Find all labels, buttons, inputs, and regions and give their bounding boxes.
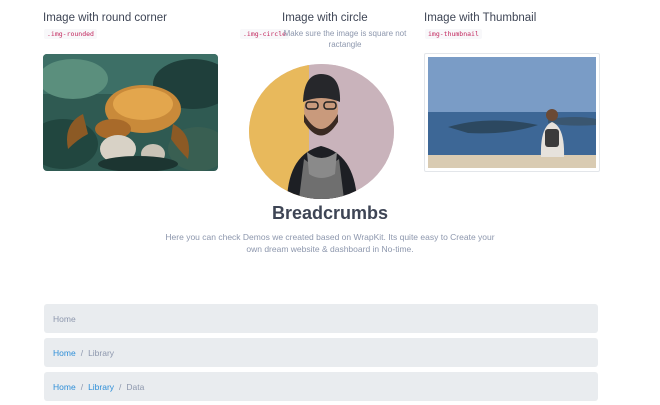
thumbnail-image-title: Image with Thumbnail [424, 12, 537, 24]
breadcrumb-item-library-active: Library [88, 347, 115, 358]
thumbnail-code-label: img-thumbnail [425, 29, 482, 39]
breadcrumb-item-home-active: Home [53, 313, 76, 324]
breadcrumb-separator: / [80, 347, 84, 358]
breadcrumb-item-data-active: Data [126, 381, 145, 392]
breadcrumb-3: Home / Library / Data [44, 372, 598, 401]
breadcrumb-link-home[interactable]: Home [53, 348, 76, 358]
breadcrumb-2: Home / Library [44, 338, 598, 367]
breadcrumb-separator: / [119, 381, 122, 392]
crab-image [43, 54, 218, 171]
circle-image-title: Image with circle [282, 12, 368, 24]
breadcrumbs-heading: Breadcrumbs [271, 203, 389, 223]
circle-note: Make sure the image is square not ractan… [283, 29, 407, 49]
breadcrumb-separator: / [80, 381, 84, 392]
breadcrumb-link-home[interactable]: Home [53, 382, 76, 392]
portrait-image [249, 64, 394, 199]
rounded-code-label: .img-rounded [44, 29, 97, 39]
seascape-thumbnail [424, 53, 600, 172]
breadcrumbs-subtitle: Here you can check Demos we created base… [165, 232, 495, 254]
rounded-image-title: Image with round corner [43, 12, 168, 24]
breadcrumb-link-library[interactable]: Library [88, 382, 114, 392]
breadcrumb-1: Home [44, 304, 598, 333]
